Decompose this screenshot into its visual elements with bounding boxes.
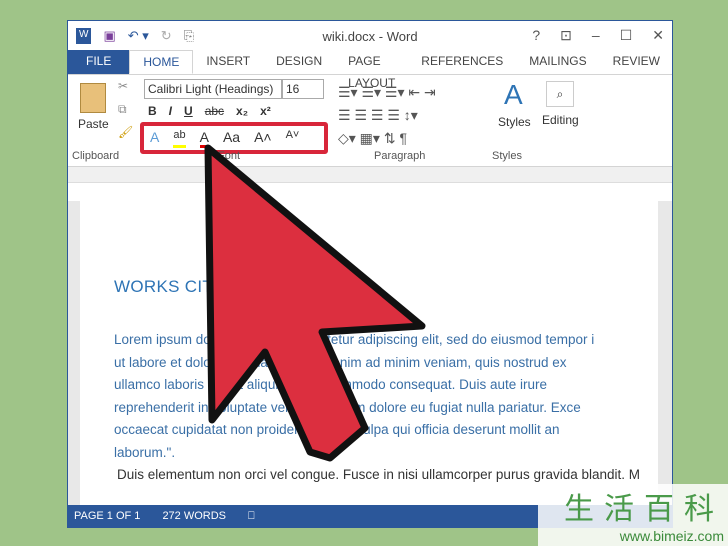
word-logo-icon: W — [76, 28, 92, 44]
watermark-url: www.bimeiz.com — [619, 528, 724, 544]
save-icon[interactable]: ▣ — [103, 28, 115, 44]
undo-icon[interactable]: ↶ ▾ — [128, 28, 149, 44]
touch-mode-icon[interactable]: ⎘ — [184, 28, 194, 44]
arrow-shape — [204, 144, 426, 462]
watermark: 生活百科 www.bimeiz.com — [538, 484, 728, 546]
redo-icon[interactable]: ↻ — [161, 28, 172, 44]
watermark-logo: 生活百科 — [564, 493, 724, 526]
red-arrow — [204, 144, 426, 462]
